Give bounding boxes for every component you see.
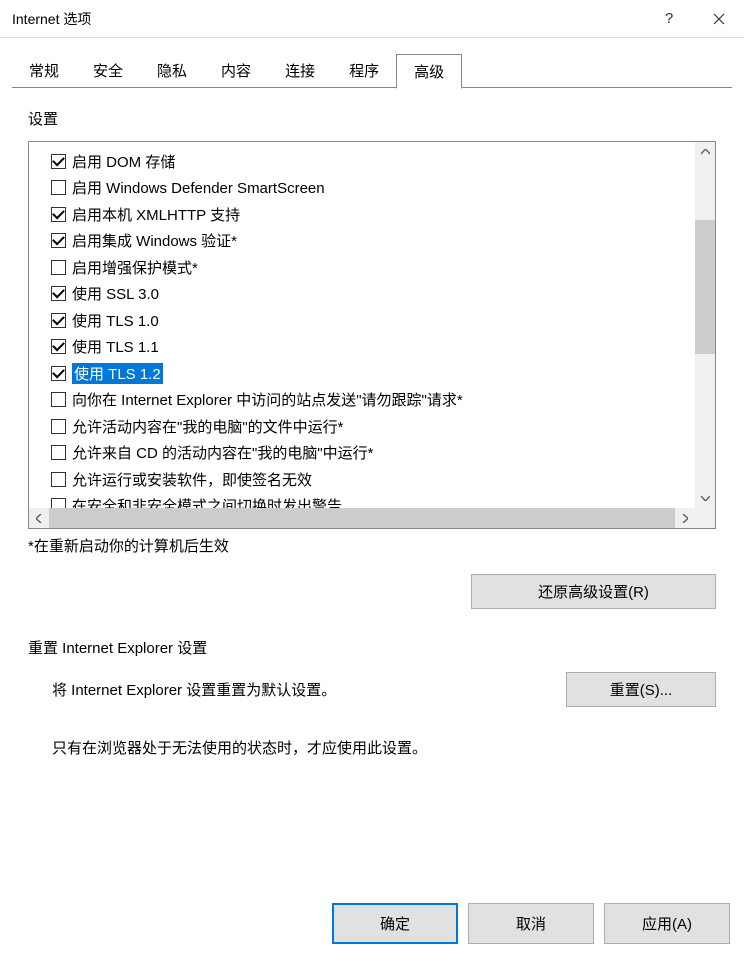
setting-label[interactable]: 在安全和非安全模式之间切换时发出警告: [72, 495, 342, 508]
content-area: 设置 启用 DOM 存储启用 Windows Defender SmartScr…: [0, 88, 744, 768]
horizontal-scroll-thumb[interactable]: [49, 508, 675, 528]
setting-item: 使用 SSL 3.0: [49, 281, 715, 308]
checkbox[interactable]: [51, 472, 66, 487]
checkbox[interactable]: [51, 419, 66, 434]
scroll-up-button[interactable]: [695, 142, 715, 162]
setting-label[interactable]: 向你在 Internet Explorer 中访问的站点发送"请勿跟踪"请求*: [72, 389, 463, 410]
setting-item: 启用集成 Windows 验证*: [49, 228, 715, 255]
setting-item: 启用本机 XMLHTTP 支持: [49, 201, 715, 228]
setting-item: 使用 TLS 1.2: [49, 360, 715, 387]
reset-button[interactable]: 重置(S)...: [566, 672, 716, 707]
checkbox[interactable]: [51, 233, 66, 248]
checkbox[interactable]: [51, 366, 66, 381]
settings-group-label: 设置: [28, 108, 716, 129]
setting-label[interactable]: 启用集成 Windows 验证*: [72, 230, 237, 251]
chevron-down-icon: [701, 495, 710, 501]
tab-2[interactable]: 隐私: [140, 54, 204, 88]
scroll-corner: [695, 508, 715, 528]
setting-label[interactable]: 允许活动内容在"我的电脑"的文件中运行*: [72, 416, 344, 437]
setting-item: 使用 TLS 1.0: [49, 307, 715, 334]
setting-label[interactable]: 使用 TLS 1.1: [72, 336, 159, 357]
setting-label[interactable]: 启用本机 XMLHTTP 支持: [72, 204, 240, 225]
vertical-scroll-thumb[interactable]: [695, 220, 715, 354]
setting-item: 允许来自 CD 的活动内容在"我的电脑"中运行*: [49, 440, 715, 467]
settings-listbox: 启用 DOM 存储启用 Windows Defender SmartScreen…: [28, 141, 716, 529]
checkbox[interactable]: [51, 445, 66, 460]
reset-heading: 重置 Internet Explorer 设置: [28, 637, 716, 658]
tab-4[interactable]: 连接: [268, 54, 332, 88]
setting-item: 启用 Windows Defender SmartScreen: [49, 175, 715, 202]
checkbox[interactable]: [51, 392, 66, 407]
tab-1[interactable]: 安全: [76, 54, 140, 88]
setting-item: 在安全和非安全模式之间切换时发出警告: [49, 493, 715, 509]
cancel-button[interactable]: 取消: [468, 903, 594, 944]
dialog-footer: 确定 取消 应用(A): [332, 903, 730, 944]
checkbox[interactable]: [51, 286, 66, 301]
chevron-left-icon: [36, 514, 42, 523]
setting-item: 允许运行或安装软件，即使签名无效: [49, 466, 715, 493]
checkbox[interactable]: [51, 339, 66, 354]
setting-item: 使用 TLS 1.1: [49, 334, 715, 361]
setting-label[interactable]: 使用 TLS 1.2: [72, 363, 163, 384]
setting-label[interactable]: 启用增强保护模式*: [72, 257, 198, 278]
window-title: Internet 选项: [12, 9, 644, 29]
reset-note: 只有在浏览器处于无法使用的状态时，才应使用此设置。: [28, 737, 716, 758]
restore-advanced-button[interactable]: 还原高级设置(R): [471, 574, 716, 609]
chevron-right-icon: [682, 514, 688, 523]
reset-description: 将 Internet Explorer 设置重置为默认设置。: [52, 679, 566, 700]
tab-5[interactable]: 程序: [332, 54, 396, 88]
chevron-up-icon: [701, 149, 710, 155]
checkbox[interactable]: [51, 498, 66, 508]
setting-label[interactable]: 使用 TLS 1.0: [72, 310, 159, 331]
help-button[interactable]: ?: [644, 0, 694, 38]
apply-button[interactable]: 应用(A): [604, 903, 730, 944]
checkbox[interactable]: [51, 154, 66, 169]
settings-list: 启用 DOM 存储启用 Windows Defender SmartScreen…: [29, 142, 715, 508]
setting-item: 向你在 Internet Explorer 中访问的站点发送"请勿跟踪"请求*: [49, 387, 715, 414]
restart-note: *在重新启动你的计算机后生效: [28, 535, 716, 556]
checkbox[interactable]: [51, 260, 66, 275]
horizontal-scrollbar[interactable]: [29, 508, 695, 528]
setting-label[interactable]: 启用 DOM 存储: [72, 151, 175, 172]
scroll-right-button[interactable]: [675, 508, 695, 528]
tab-0[interactable]: 常规: [12, 54, 76, 88]
setting-item: 允许活动内容在"我的电脑"的文件中运行*: [49, 413, 715, 440]
tab-6[interactable]: 高级: [396, 54, 462, 89]
checkbox[interactable]: [51, 180, 66, 195]
ok-button[interactable]: 确定: [332, 903, 458, 944]
setting-label[interactable]: 允许运行或安装软件，即使签名无效: [72, 469, 312, 490]
scroll-down-button[interactable]: [695, 488, 715, 508]
tab-3[interactable]: 内容: [204, 54, 268, 88]
checkbox[interactable]: [51, 207, 66, 222]
tab-bar: 常规安全隐私内容连接程序高级: [0, 54, 744, 88]
checkbox[interactable]: [51, 313, 66, 328]
setting-label[interactable]: 启用 Windows Defender SmartScreen: [72, 177, 325, 198]
setting-item: 启用增强保护模式*: [49, 254, 715, 281]
titlebar: Internet 选项 ?: [0, 0, 744, 38]
close-icon: [713, 13, 725, 25]
setting-item: 启用 DOM 存储: [49, 148, 715, 175]
vertical-scrollbar[interactable]: [695, 142, 715, 508]
setting-label[interactable]: 允许来自 CD 的活动内容在"我的电脑"中运行*: [72, 442, 374, 463]
scroll-left-button[interactable]: [29, 508, 49, 528]
setting-label[interactable]: 使用 SSL 3.0: [72, 283, 159, 304]
close-button[interactable]: [694, 0, 744, 38]
